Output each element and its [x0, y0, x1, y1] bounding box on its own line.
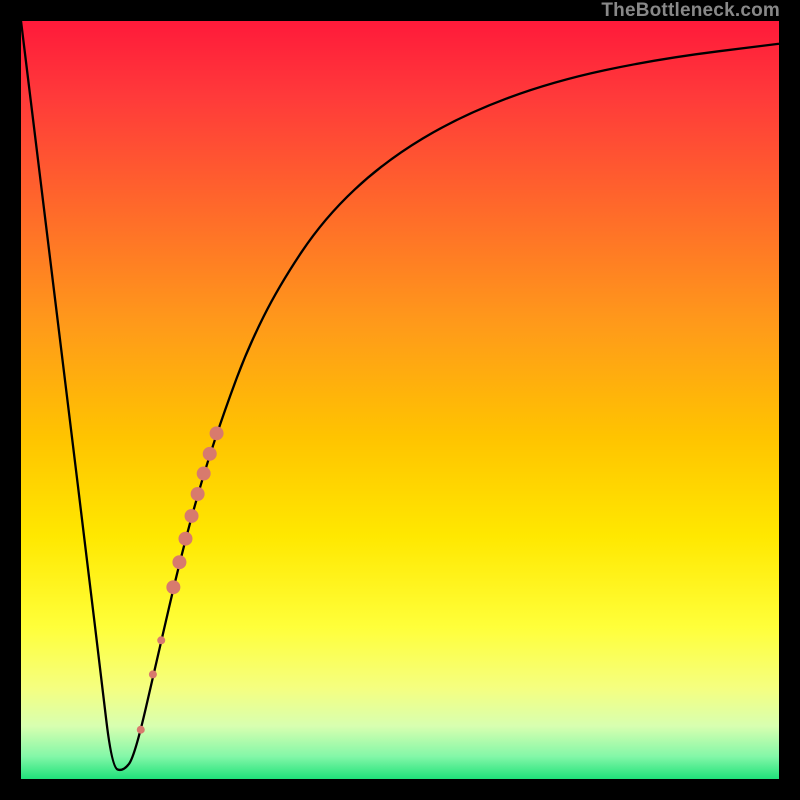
marker-dot — [149, 670, 157, 678]
marker-dot — [197, 467, 211, 481]
marker-dot — [172, 555, 186, 569]
marker-dot — [185, 509, 199, 523]
marker-dot — [157, 636, 165, 644]
marker-dot — [137, 726, 145, 734]
chart-svg — [21, 21, 779, 779]
marker-dot — [191, 487, 205, 501]
marker-dot — [210, 426, 224, 440]
marker-dot — [178, 532, 192, 546]
marker-dot — [166, 580, 180, 594]
watermark-text: TheBottleneck.com — [601, 0, 780, 22]
frame: TheBottleneck.com — [0, 0, 800, 800]
marker-dot — [203, 447, 217, 461]
bottleneck-curve — [21, 21, 779, 770]
